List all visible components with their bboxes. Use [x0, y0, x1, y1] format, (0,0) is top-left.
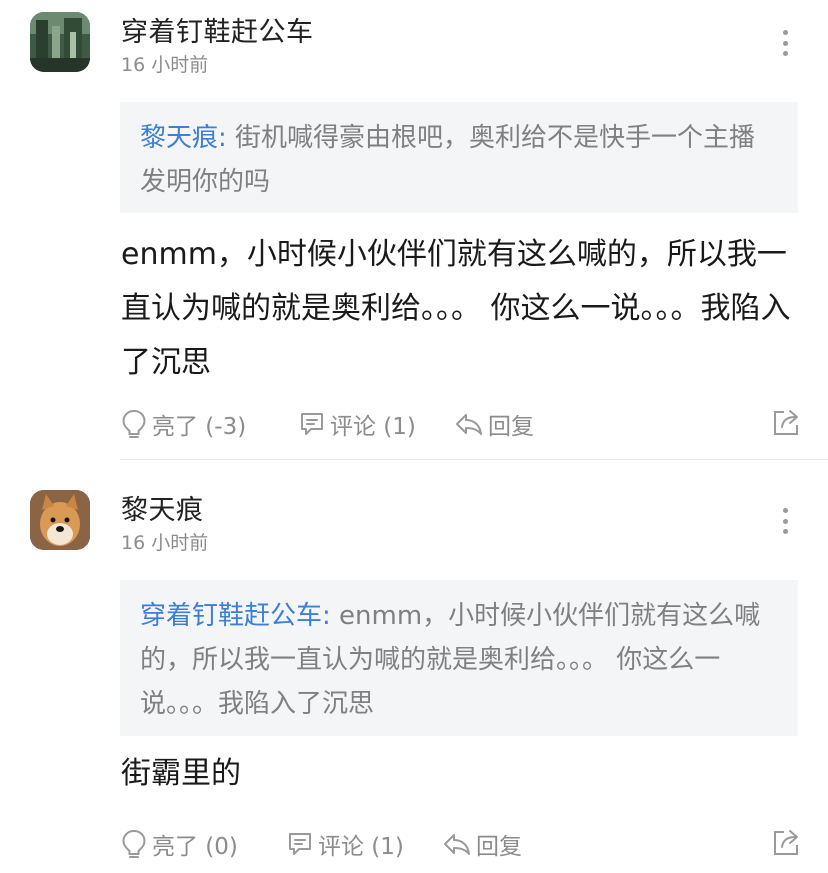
comment-icon [289, 833, 311, 855]
more-icon[interactable] [773, 28, 797, 58]
comment-item: 黎天痕 16 小时前 穿着钉鞋赶公车: enmm，小时候小伙伴们就有这么喊的，所… [0, 460, 828, 873]
comment-actions: 亮了 (0) 评论 (1) 回复 [120, 824, 810, 864]
comment-icon [301, 413, 323, 435]
quoted-reply: 穿着钉鞋赶公车: enmm，小时候小伙伴们就有这么喊的，所以我一直认为喊的就是奥… [120, 580, 798, 736]
avatar[interactable] [30, 490, 90, 550]
like-button[interactable]: 亮了 (-3) [120, 404, 246, 444]
like-label: 亮了 (-3) [152, 414, 247, 440]
reply-arrow-icon [456, 414, 482, 435]
comment-label: 评论 (1) [330, 414, 416, 440]
share-icon [774, 830, 798, 855]
comment-actions: 亮了 (-3) 评论 (1) 回复 [120, 404, 810, 444]
share-button[interactable] [770, 406, 802, 444]
comment-item: 穿着钉鞋赶公车 16 小时前 黎天痕: 街机喊得豪由根吧，奥利给不是快手一个主播… [0, 0, 828, 460]
more-icon[interactable] [773, 506, 797, 536]
like-label: 亮了 (0) [152, 834, 238, 860]
reply-arrow-icon [444, 834, 470, 855]
share-button[interactable] [770, 826, 802, 864]
comment-label: 评论 (1) [318, 834, 404, 860]
comment-body: enmm，小时候小伙伴们就有这么喊的，所以我一直认为喊的就是奥利给。。。 你这么… [121, 237, 791, 380]
comment-button[interactable]: 评论 (1) [286, 824, 404, 864]
username[interactable]: 穿着钉鞋赶公车 [121, 10, 314, 49]
share-icon [774, 410, 798, 435]
reply-label: 回复 [488, 414, 534, 440]
reply-button[interactable]: 回复 [442, 824, 522, 864]
comment-button[interactable]: 评论 (1) [298, 404, 416, 444]
avatar[interactable] [30, 12, 90, 72]
like-bulb-icon [122, 829, 146, 858]
reply-label: 回复 [476, 834, 522, 860]
quote-author[interactable]: 黎天痕: [140, 123, 227, 153]
reply-button[interactable]: 回复 [454, 404, 534, 444]
timestamp: 16 小时前 [121, 54, 209, 76]
quoted-reply: 黎天痕: 街机喊得豪由根吧，奥利给不是快手一个主播发明你的吗 [120, 102, 798, 213]
like-button[interactable]: 亮了 (0) [120, 824, 238, 864]
like-bulb-icon [122, 409, 146, 438]
comment-body: 街霸里的 [121, 756, 241, 791]
quote-text: 街机喊得豪由根吧，奥利给不是快手一个主播发明你的吗 [140, 123, 756, 197]
username[interactable]: 黎天痕 [121, 488, 204, 527]
quote-author[interactable]: 穿着钉鞋赶公车: [140, 601, 331, 631]
timestamp: 16 小时前 [121, 532, 209, 554]
